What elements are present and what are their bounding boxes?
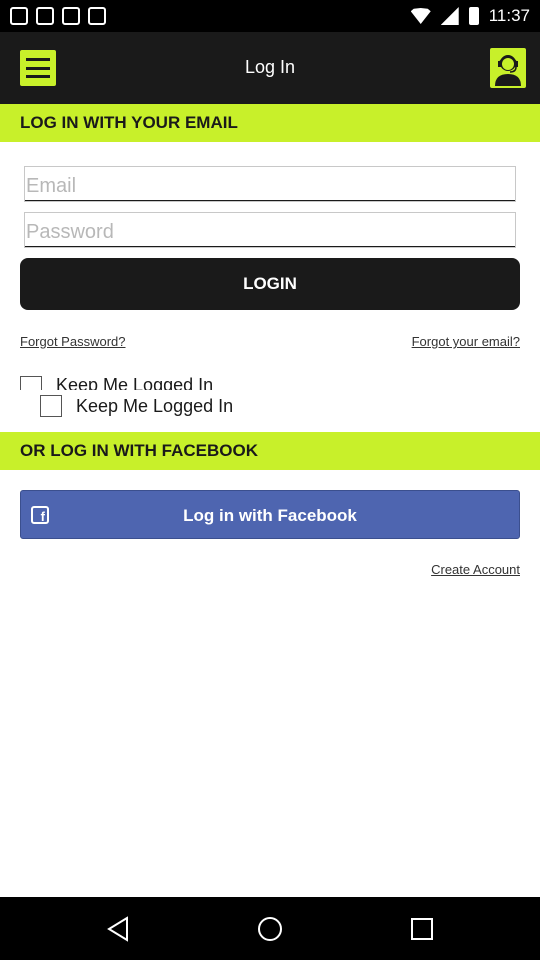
home-icon[interactable] <box>258 917 282 941</box>
facebook-icon: f <box>31 506 49 524</box>
email-section-header: LOG IN WITH YOUR EMAIL <box>0 104 540 142</box>
wifi-icon <box>410 8 431 24</box>
facebook-login-label: Log in with Facebook <box>183 506 357 525</box>
cell-signal-icon <box>440 7 459 25</box>
app-bar: Log In <box>0 32 540 104</box>
status-bar: 11:37 <box>0 0 540 32</box>
notification-icon <box>62 7 80 25</box>
facebook-section-header: OR LOG IN WITH FACEBOOK <box>0 432 540 470</box>
login-button[interactable]: LOGIN <box>20 258 520 310</box>
keep-logged-in-row-clipped: Keep Me Logged In <box>0 372 300 390</box>
system-nav-bar <box>0 897 540 960</box>
page-title: Log In <box>244 57 296 77</box>
recent-apps-icon[interactable] <box>411 918 433 940</box>
status-right: 11:37 <box>410 6 530 26</box>
facebook-login-button[interactable]: f Log in with Facebook <box>20 490 520 539</box>
battery-icon <box>468 7 479 25</box>
notification-icon <box>36 7 54 25</box>
keep-logged-in-checkbox-clipped[interactable] <box>20 376 42 390</box>
forgot-password-link[interactable]: Forgot Password? <box>20 334 126 349</box>
support-agent-icon[interactable] <box>490 48 526 88</box>
create-account-link[interactable]: Create Account <box>431 562 520 577</box>
keep-logged-in-checkbox[interactable] <box>40 395 62 417</box>
forgot-email-link[interactable]: Forgot your email? <box>412 334 520 349</box>
notification-icons <box>10 7 106 25</box>
status-time: 11:37 <box>488 6 530 25</box>
notification-icon <box>88 7 106 25</box>
email-field[interactable] <box>24 166 516 202</box>
keep-logged-in-label-clipped: Keep Me Logged In <box>56 375 214 390</box>
back-icon[interactable] <box>106 916 130 942</box>
password-field[interactable] <box>24 212 516 248</box>
notification-icon <box>10 7 28 25</box>
keep-logged-in-label: Keep Me Logged In <box>76 396 234 416</box>
